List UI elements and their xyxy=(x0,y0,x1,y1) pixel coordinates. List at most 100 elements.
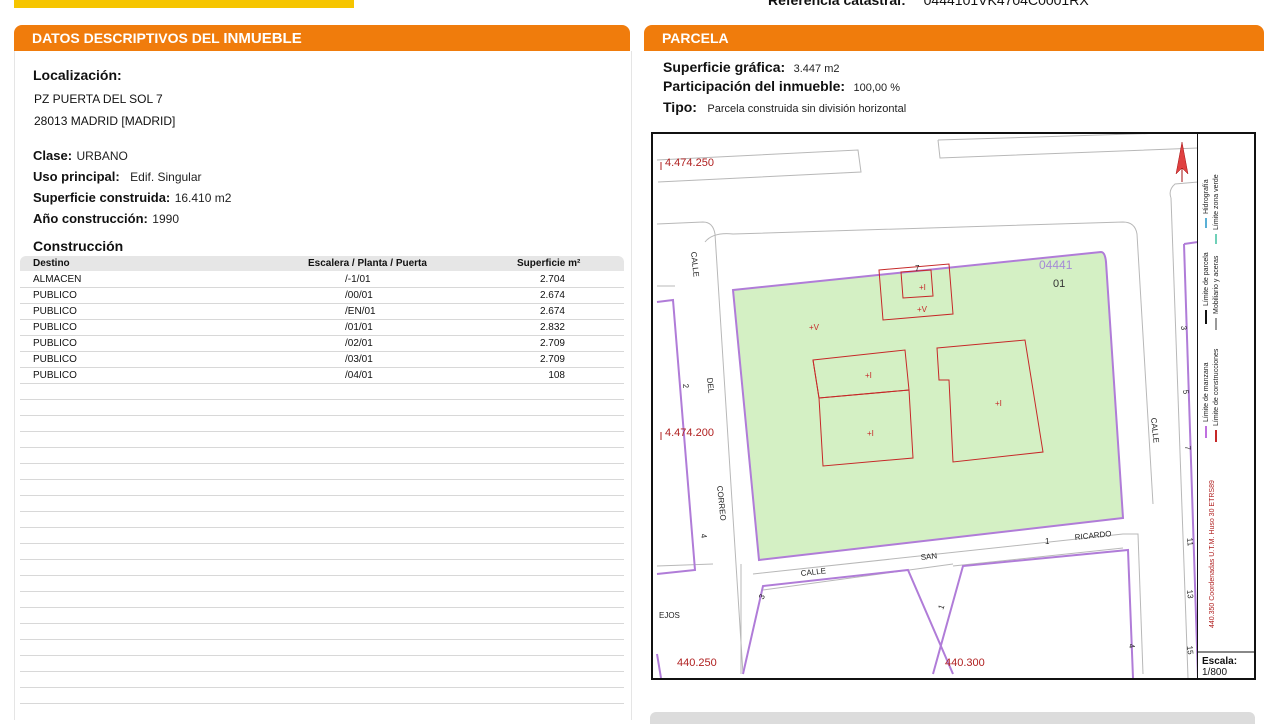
legend-hidrografia: Hidrografía xyxy=(1203,179,1210,214)
ref-value: 0444101VK4704C0001RX xyxy=(923,0,1089,8)
clase-label: Clase: xyxy=(33,148,73,163)
superficie-grafica-label: Superficie gráfica: xyxy=(663,59,786,75)
col-superficie: Superficie m² xyxy=(517,258,581,269)
table-row: PUBLICO /03/01 2.709 xyxy=(20,352,624,368)
participacion-label: Participación del inmueble: xyxy=(663,78,846,94)
uso-value: Edif. Singular xyxy=(130,170,202,184)
street-ricardo: RICARDO xyxy=(1074,529,1112,542)
empty-row-line xyxy=(20,527,624,528)
empty-row-line xyxy=(20,591,624,592)
empty-row-line xyxy=(20,607,624,608)
map-legend: Hidrografía Límite zona verde Límite de … xyxy=(1175,134,1254,678)
superficie-grafica-row: Superficie gráfica: 3.447 m2 xyxy=(663,59,839,77)
sidewalk-top-right xyxy=(937,134,1150,141)
empty-row-line xyxy=(20,559,624,560)
empty-row-line xyxy=(20,431,624,432)
escala-label: Escala: xyxy=(1202,656,1237,667)
cell-escalera: /04/01 xyxy=(345,370,373,381)
house-number: 11 xyxy=(1185,537,1195,547)
table-row: PUBLICO /02/01 2.709 xyxy=(20,336,624,352)
street-tejos: EJOS xyxy=(659,611,680,620)
empty-row-line xyxy=(20,463,624,464)
empty-row-line xyxy=(20,671,624,672)
cell-destino: PUBLICO xyxy=(33,338,77,349)
cell-escalera: /03/01 xyxy=(345,354,373,365)
construccion-title: Construcción xyxy=(33,238,124,254)
empty-row-line xyxy=(20,655,624,656)
street-line xyxy=(762,563,954,591)
cell-superficie: 2.704 xyxy=(539,274,565,285)
house-number: 4 xyxy=(699,533,708,539)
block-right-top xyxy=(1183,241,1198,245)
cadastral-map[interactable]: 4.474.250 4.474.200 440.250 440.300 0444… xyxy=(651,132,1256,680)
house-number: 1 xyxy=(936,603,946,611)
cell-destino: PUBLICO xyxy=(33,354,77,365)
table-row: PUBLICO /EN/01 2.674 xyxy=(20,304,624,320)
ref-label: Referencia catastral: xyxy=(768,0,906,8)
anio-value: 1990 xyxy=(152,212,179,226)
cell-superficie: 2.709 xyxy=(539,338,565,349)
cell-superficie: 2.674 xyxy=(539,290,565,301)
cell-superficie: 2.674 xyxy=(539,306,565,317)
left-panel-header: DATOS DESCRIPTIVOS DEL INMUEBLE xyxy=(14,25,630,51)
street-correo: CORREO xyxy=(715,485,728,521)
empty-row-line xyxy=(20,415,624,416)
empty-row-line xyxy=(20,575,624,576)
cell-escalera: /-1/01 xyxy=(345,274,371,285)
street-calle-left: CALLE xyxy=(689,251,701,277)
cell-superficie: 2.832 xyxy=(539,322,565,333)
parcel-id: 04441 xyxy=(1039,258,1073,272)
house-number: 7 xyxy=(915,264,920,273)
tipo-row: Tipo: Parcela construida sin división ho… xyxy=(663,99,906,117)
legend-mobiliario: Mobiliario y aceras xyxy=(1213,255,1220,314)
street-calle-right: CALLE xyxy=(1149,417,1161,443)
cell-escalera: /EN/01 xyxy=(345,306,376,317)
house-number: 15 xyxy=(1185,645,1195,655)
empty-row-line xyxy=(20,511,624,512)
localizacion-label: Localización: xyxy=(33,67,122,83)
label-plus-v: +V xyxy=(917,305,928,314)
table-row: PUBLICO /04/01 108 xyxy=(20,368,624,384)
coord-x2: 440.300 xyxy=(945,657,985,669)
coord-x1: 440.250 xyxy=(677,657,717,669)
street-del: DEL xyxy=(705,377,716,394)
street-calle-bottom: CALLE xyxy=(800,566,826,578)
house-number: 1 xyxy=(1045,537,1050,546)
left-panel-title-strong: INMUEBLE xyxy=(223,30,302,47)
superficie-grafica-value: 3.447 m2 xyxy=(793,63,840,75)
superficie-label: Superficie construida: xyxy=(33,190,171,205)
right-panel-header: PARCELA xyxy=(644,25,1264,51)
legend-limite-parcela: Límite de parcela xyxy=(1203,252,1210,306)
cell-escalera: /01/01 xyxy=(345,322,373,333)
house-number: 13 xyxy=(1185,589,1195,599)
coord-y2: 4.474.200 xyxy=(665,427,714,439)
left-panel-title-prefix: DATOS DESCRIPTIVOS DEL xyxy=(32,30,220,46)
cell-superficie: 2.709 xyxy=(539,354,565,365)
legend-limite-construcciones: Límite de construcciones xyxy=(1213,348,1220,426)
street-san: SAN xyxy=(920,551,938,562)
empty-row-line xyxy=(20,447,624,448)
empty-row-line xyxy=(20,495,624,496)
label-plus-v: +V xyxy=(809,323,820,332)
label-plus-i: +I xyxy=(919,283,926,292)
superficie-value: 16.410 m2 xyxy=(174,191,232,205)
label-plus-i: +I xyxy=(995,399,1002,408)
empty-row-line xyxy=(20,399,624,400)
map-drawing: 4.474.250 4.474.200 440.250 440.300 0444… xyxy=(656,134,1198,678)
sidewalk-right xyxy=(1169,181,1198,199)
legend-limite-manzana: Límite de manzana xyxy=(1203,362,1210,422)
cell-destino: ALMACEN xyxy=(33,274,82,285)
anio-row: Año construcción: 1990 xyxy=(33,210,179,228)
cell-escalera: /02/01 xyxy=(345,338,373,349)
uso-label: Uso principal: xyxy=(33,169,120,184)
house-number: 2 xyxy=(681,383,690,389)
tipo-label: Tipo: xyxy=(663,99,697,115)
coord-y1: 4.474.250 xyxy=(665,157,714,169)
parcel-area xyxy=(731,250,1125,562)
block-left-bottom xyxy=(656,653,662,678)
construccion-table-header: Destino Escalera / Planta / Puerta Super… xyxy=(20,256,624,271)
block-bottom-left xyxy=(742,568,954,675)
cell-escalera: /00/01 xyxy=(345,290,373,301)
address-line1: PZ PUERTA DEL SOL 7 xyxy=(34,92,163,106)
anio-label: Año construcción: xyxy=(33,211,148,226)
